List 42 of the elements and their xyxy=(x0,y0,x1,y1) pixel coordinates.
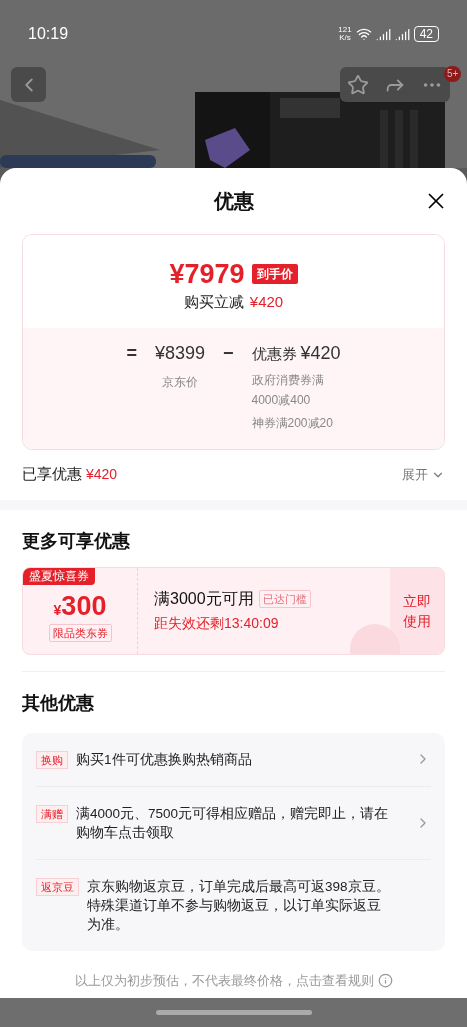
offer-text: 京东购物返京豆，订单完成后最高可返398京豆。特殊渠道订单不参与购物返豆，以订单实际返豆为准。 xyxy=(87,877,391,934)
minus-sign: − xyxy=(223,341,234,365)
status-time: 10:19 xyxy=(28,24,69,44)
battery-level: 42 xyxy=(413,26,439,42)
coupon-amount: ¥420 xyxy=(300,341,341,365)
footer-note[interactable]: 以上仅为初步预估，不代表最终价格，点击查看规则 xyxy=(74,970,374,990)
offer-tag: 返京豆 xyxy=(36,877,79,896)
coupon-currency: ¥ xyxy=(53,601,62,620)
signal-icon xyxy=(394,26,410,42)
wifi-icon xyxy=(355,26,372,42)
coupon-countdown: 距失效还剩13:40:09 xyxy=(154,614,280,633)
section-title: 更多可享优惠 xyxy=(21,529,131,553)
favorite-icon[interactable] xyxy=(347,73,370,96)
coupon-detail: 神券满200减20 xyxy=(251,414,334,432)
base-price-caption: 京东价 xyxy=(161,373,198,391)
offer-text: 满4000元、7500元可得相应赠品，赠完即止，请在购物车点击领取 xyxy=(76,804,390,842)
coupon-scope: 限品类东券 xyxy=(48,623,112,643)
enjoyed-amount: ¥420 xyxy=(86,465,118,485)
use-now-button[interactable]: 立即使用 xyxy=(390,567,444,654)
sheet-title: 优惠 xyxy=(213,189,254,214)
saving-amount: ¥420 xyxy=(249,292,284,312)
coupon-label: 优惠券 xyxy=(251,343,297,364)
coupon-condition: 满3000元可用 xyxy=(154,589,254,609)
offer-text: 购买1件可优惠换购热销商品 xyxy=(76,750,253,769)
expand-button[interactable]: 展开 xyxy=(402,464,445,485)
status-tag: 已达门槛 xyxy=(258,589,311,609)
enjoyed-label: 已享优惠 xyxy=(22,464,82,485)
section-title: 其他优惠 xyxy=(21,691,95,715)
coupon-ribbon: 盛夏惊喜券 xyxy=(23,567,95,585)
base-price: ¥8399 xyxy=(154,341,205,365)
signal-icon xyxy=(375,26,391,42)
coupon-amount: 300 xyxy=(61,590,107,621)
network-speed: 121 K/s xyxy=(338,26,352,42)
offer-tag: 换购 xyxy=(36,750,68,769)
price-tag: 到手价 xyxy=(251,264,298,284)
back-button[interactable] xyxy=(11,67,46,102)
coupon-detail: 政府消费券满 4000减400 xyxy=(251,371,325,409)
info-icon[interactable] xyxy=(377,972,393,988)
saving-label: 购买立减 xyxy=(183,292,244,312)
equals-sign: = xyxy=(126,341,137,365)
offer-tag: 满赠 xyxy=(36,804,68,823)
final-price: ¥7979 xyxy=(169,259,245,289)
